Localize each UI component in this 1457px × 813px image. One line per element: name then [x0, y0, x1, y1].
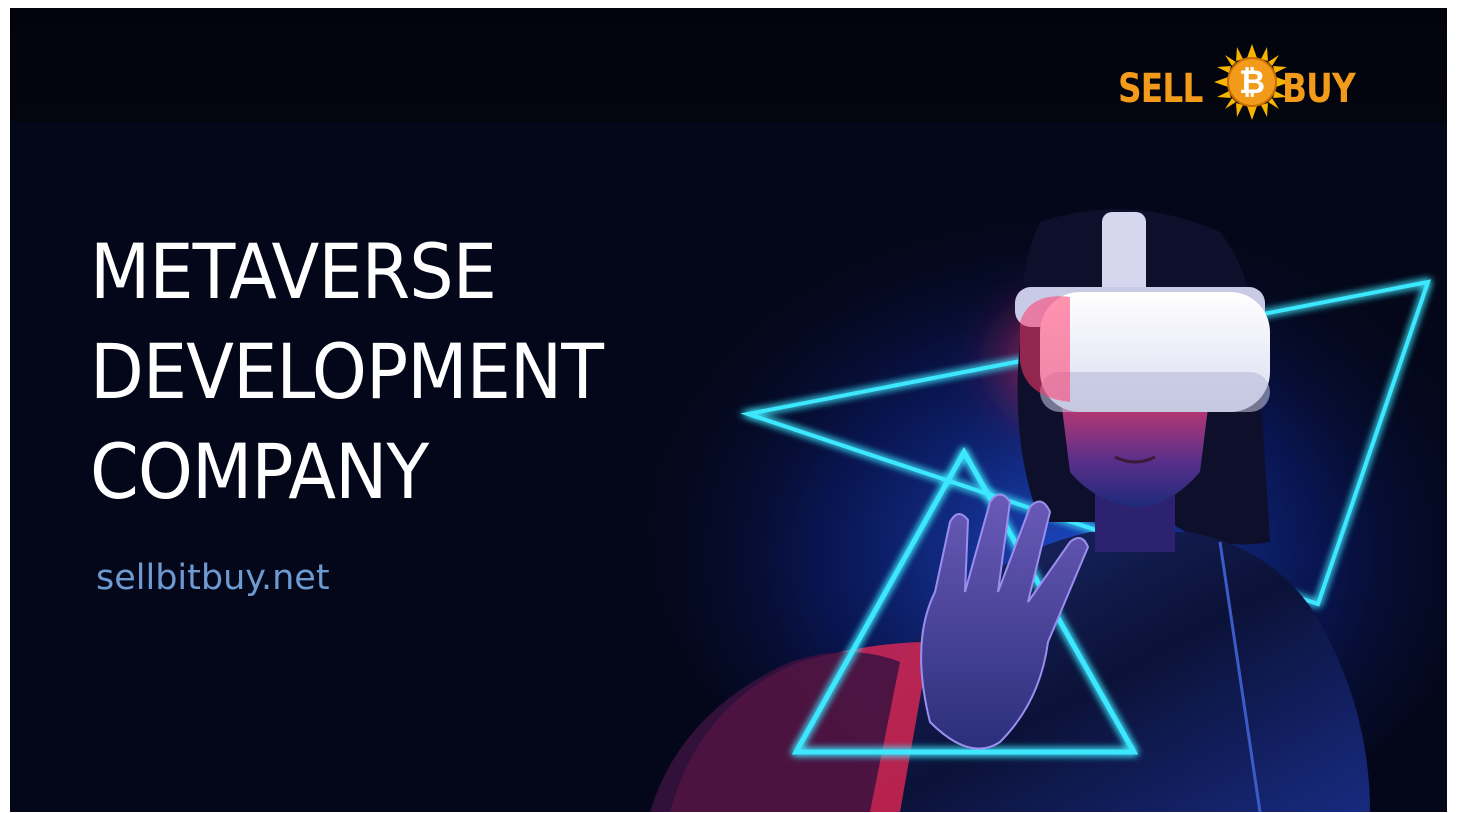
sellbitbuy-logo[interactable]: SELL ₿ BUY: [1114, 42, 1374, 126]
logo-sell-text: SELL: [1118, 66, 1203, 112]
vr-headset-woman-photo: [650, 192, 1447, 812]
title-line-2: DEVELOPMENT: [90, 327, 604, 416]
title-line-3: COMPANY: [90, 427, 429, 516]
bitcoin-sun-icon: ₿: [1214, 44, 1290, 120]
svg-text:₿: ₿: [1239, 63, 1265, 101]
jacket-left-sleeve: [650, 652, 900, 812]
page-title: METAVERSE DEVELOPMENT COMPANY: [90, 222, 648, 522]
banner: SELL ₿ BUY METAVERSE DEVELOPMENT COMPANY…: [10, 8, 1447, 812]
headset-shade: [1040, 372, 1270, 412]
title-line-1: METAVERSE: [90, 227, 497, 316]
logo-buy-text: BUY: [1282, 66, 1356, 112]
website-link[interactable]: sellbitbuy.net: [96, 558, 330, 598]
